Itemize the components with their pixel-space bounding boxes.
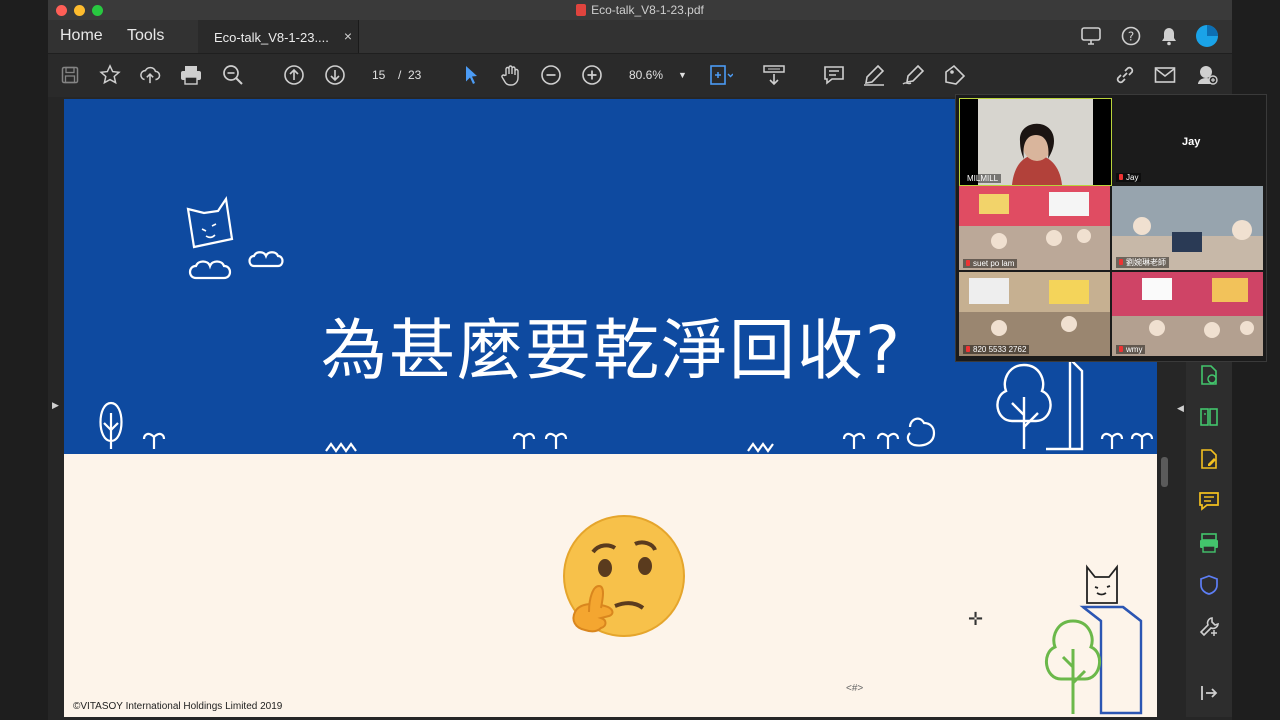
share-screen-icon[interactable] [1078, 23, 1104, 49]
video-tile-2[interactable]: 劉婉琳老師 [1112, 186, 1263, 270]
highlight-pen-icon[interactable] [861, 62, 887, 88]
help-icon[interactable]: ? [1118, 23, 1144, 49]
tree-carton-illustration-icon [996, 357, 1084, 451]
minus-circle-icon[interactable] [538, 62, 564, 88]
video-tile-3[interactable]: 820 5533 2762 [959, 272, 1110, 356]
comment-icon[interactable] [821, 62, 847, 88]
slide-headline: 為甚麼要乾淨回收? [321, 312, 903, 389]
muted-mic-icon [966, 346, 970, 352]
video-tile-self[interactable]: MILMILL [959, 98, 1112, 186]
mail-icon[interactable] [1152, 62, 1178, 88]
thinking-face-icon [563, 515, 685, 637]
tab-bar: Home Tools Eco-talk_V8-1-23.... × ? [48, 20, 1232, 53]
title-bar: Eco-talk_V8-1-23.pdf [48, 0, 1232, 20]
fit-page-icon[interactable] [708, 62, 734, 88]
slide-copyright: ©VITASOY International Holdings Limited … [73, 701, 283, 712]
participant-name-1-text: suet po lam [973, 259, 1015, 268]
muted-mic-icon [1119, 259, 1123, 265]
page-separator: / [398, 68, 402, 82]
participant-name-1: suet po lam [963, 259, 1018, 268]
slide-cream-section [64, 454, 1157, 717]
link-icon[interactable] [1112, 62, 1138, 88]
sign-icon[interactable] [901, 62, 927, 88]
zoom-level-value[interactable]: 80.6% [629, 68, 663, 82]
user-add-icon[interactable] [1194, 62, 1220, 88]
cloud-upload-icon[interactable] [137, 62, 163, 88]
video-tile-4[interactable]: wmy [1112, 272, 1263, 356]
right-tools-panel [1186, 362, 1232, 717]
tab-tools[interactable]: Tools [127, 27, 164, 45]
muted-mic-icon [966, 260, 970, 266]
participant-name-4-text: wmy [1126, 345, 1143, 354]
arrow-up-circle-icon[interactable] [281, 62, 307, 88]
presenter-video-icon [960, 99, 1111, 185]
participant-label-jay: Jay [1182, 136, 1201, 148]
collapse-panel-icon[interactable] [1198, 682, 1220, 704]
participant-name-3: 820 5533 2762 [963, 345, 1030, 354]
classroom-video-icon [959, 186, 1110, 270]
star-icon[interactable] [97, 62, 123, 88]
tab-close-icon[interactable]: × [344, 28, 352, 44]
window-title-text: Eco-talk_V8-1-23.pdf [591, 3, 704, 17]
muted-mic-icon [1119, 174, 1123, 180]
zoom-dropdown-icon[interactable]: ▼ [678, 70, 687, 80]
cat-carton-tree-illustration-icon [1045, 564, 1143, 715]
scroll-mode-icon[interactable] [761, 62, 787, 88]
bell-icon[interactable] [1156, 23, 1182, 49]
hand-icon[interactable] [498, 62, 524, 88]
protect-shield-icon[interactable] [1198, 574, 1220, 596]
video-tile-1[interactable]: suet po lam [959, 186, 1110, 270]
edit-pdf-icon[interactable] [1198, 448, 1220, 470]
participant-name-3-text: 820 5533 2762 [973, 345, 1027, 354]
fill-sign-icon[interactable] [942, 62, 968, 88]
main-toolbar: 15 / 23 80.6% ▼ [48, 53, 1232, 98]
cat-cloud-illustration-icon [186, 196, 284, 280]
right-panel-toggle-icon[interactable]: ◀ [1177, 403, 1184, 414]
muted-mic-icon [1119, 346, 1123, 352]
tab-document[interactable]: Eco-talk_V8-1-23.... × [198, 20, 359, 53]
zoom-out-search-icon[interactable] [220, 62, 246, 88]
classroom-video-icon [959, 272, 1110, 356]
classroom-video-icon [1112, 272, 1263, 356]
page-total: 23 [408, 68, 422, 82]
vertical-scrollbar[interactable] [1161, 457, 1168, 487]
participant-name-4: wmy [1116, 345, 1146, 354]
window-title: Eco-talk_V8-1-23.pdf [48, 3, 1232, 17]
slide-page-placeholder: <#> [846, 683, 864, 694]
tab-home[interactable]: Home [60, 27, 103, 45]
participant-name-jay: Jay [1116, 173, 1142, 182]
page-number-input[interactable]: 15 [372, 68, 385, 82]
select-arrow-icon[interactable] [458, 62, 484, 88]
arrow-down-circle-icon[interactable] [322, 62, 348, 88]
account-icon[interactable] [1194, 23, 1220, 49]
left-panel-toggle-icon[interactable]: ▶ [52, 400, 59, 411]
svg-text:?: ? [1128, 30, 1134, 44]
participant-name-2-text: 劉婉琳老師 [1126, 258, 1166, 267]
video-tile-jay[interactable]: Jay Jay [1112, 98, 1263, 184]
organize-pages-icon[interactable] [1198, 406, 1220, 428]
video-call-overlay[interactable]: MILMILL Jay Jay suet po lam 劉婉琳老師 820 55… [955, 94, 1267, 362]
scan-ocr-icon[interactable] [1198, 532, 1220, 554]
tab-document-label: Eco-talk_V8-1-23.... [214, 30, 329, 45]
participant-name-self: MILMILL [964, 174, 1002, 183]
pdf-file-icon [576, 4, 587, 16]
comment-tool-icon[interactable] [1198, 490, 1220, 512]
participant-name-jay-text: Jay [1126, 173, 1139, 182]
export-pdf-icon[interactable] [1198, 364, 1220, 386]
plus-circle-icon[interactable] [579, 62, 605, 88]
more-tools-wrench-icon[interactable] [1198, 616, 1220, 638]
print-icon[interactable] [178, 62, 204, 88]
participant-name-2: 劉婉琳老師 [1116, 257, 1169, 268]
crosshair-cursor-icon: ✛ [968, 609, 984, 629]
save-icon[interactable] [57, 62, 83, 88]
